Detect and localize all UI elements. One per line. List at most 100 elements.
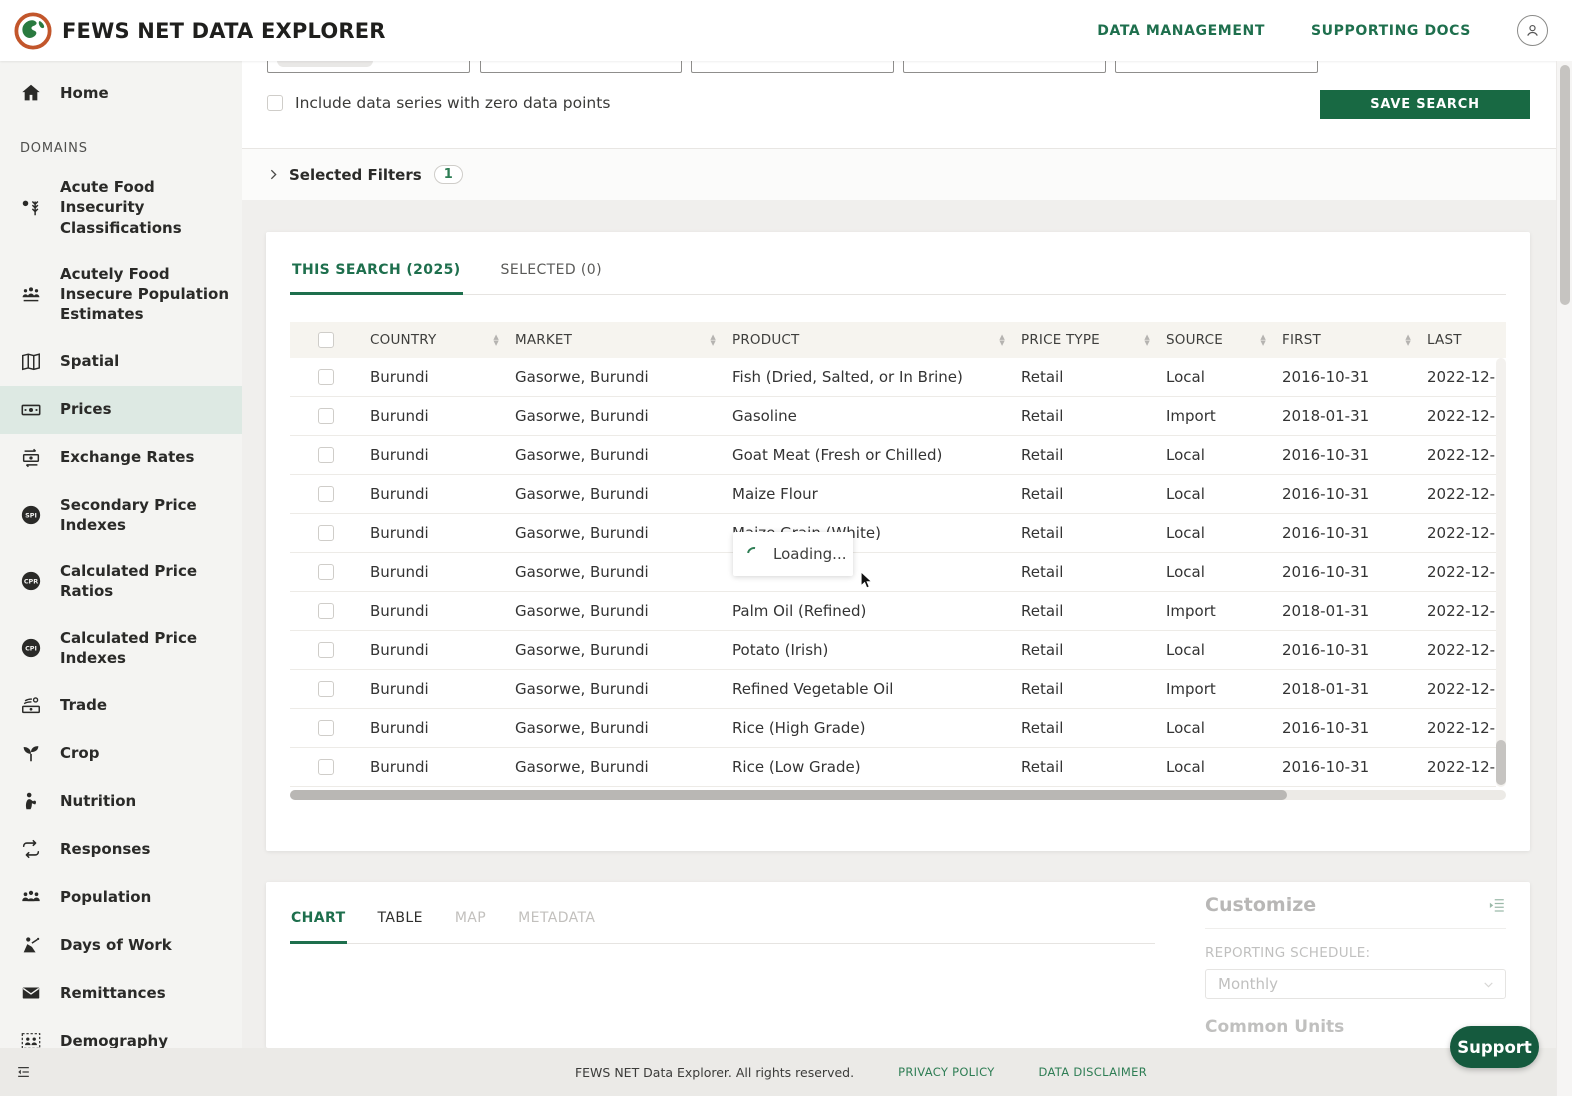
reporting-schedule-label: REPORTING SCHEDULE:	[1205, 945, 1506, 961]
row-checkbox[interactable]	[318, 564, 334, 580]
cell-product: Palm Oil (Refined)	[732, 602, 1021, 620]
sidebar-item-demography[interactable]: Demography	[0, 1017, 242, 1048]
column-header-first[interactable]: FIRST▲▼	[1282, 332, 1427, 348]
page-vertical-scrollbar[interactable]	[1556, 61, 1572, 1096]
trade-icon	[20, 694, 42, 716]
sidebar-item-exchange-rates[interactable]: Exchange Rates	[0, 434, 242, 482]
footer-link-data-disclaimer[interactable]: DATA DISCLAIMER	[1039, 1065, 1147, 1079]
cell-product: Rice (High Grade)	[732, 719, 1021, 737]
sidebar-item-spatial[interactable]: Spatial	[0, 338, 242, 386]
nav-link-data-management[interactable]: DATA MANAGEMENT	[1097, 23, 1265, 39]
cell-source: Local	[1166, 368, 1282, 386]
table-row[interactable]: BurundiGasorwe, BurundiRefined Vegetable…	[290, 670, 1496, 709]
sort-icon[interactable]: ▲▼	[493, 334, 499, 346]
cell-price_type: Retail	[1021, 446, 1166, 464]
table-row[interactable]: BurundiGasorwe, BurundiGoat Meat (Fresh …	[290, 436, 1496, 475]
table-row[interactable]: BurundiGasorwe, BurundiRice (High Grade)…	[290, 709, 1496, 748]
table-horizontal-scrollbar-thumb[interactable]	[290, 790, 1287, 800]
cell-price_type: Retail	[1021, 719, 1166, 737]
sidebar-item-crop[interactable]: Crop	[0, 729, 242, 777]
column-header-source[interactable]: SOURCE▲▼	[1166, 332, 1282, 348]
sidebar-item-nutrition[interactable]: Nutrition	[0, 777, 242, 825]
row-checkbox[interactable]	[318, 603, 334, 619]
sidebar-item-prices[interactable]: Prices	[0, 386, 242, 434]
column-header-last[interactable]: LAST	[1427, 332, 1572, 348]
column-header-market[interactable]: MARKET▲▼	[515, 332, 732, 348]
cell-market: Gasorwe, Burundi	[515, 563, 732, 581]
viz-tab-table[interactable]: TABLE	[377, 910, 424, 944]
selected-filters-bar[interactable]: Selected Filters 1	[242, 148, 1556, 200]
food-insecurity-classifications-icon	[20, 196, 42, 218]
sort-icon[interactable]: ▲▼	[1405, 334, 1411, 346]
customize-collapse-icon[interactable]	[1488, 896, 1506, 914]
table-row[interactable]: BurundiGasorwe, BurundiMaize Grain (Whit…	[290, 514, 1496, 553]
cell-first: 2018-01-31	[1282, 407, 1427, 425]
zero-data-checkbox[interactable]	[267, 95, 283, 111]
row-checkbox[interactable]	[318, 720, 334, 736]
table-row[interactable]: BurundiGasorwe, BurundiMaize FlourRetail…	[290, 475, 1496, 514]
cell-price_type: Retail	[1021, 680, 1166, 698]
table-row[interactable]: BurundiGasorwe, BurundiGasolineRetailImp…	[290, 397, 1496, 436]
footer-link-privacy-policy[interactable]: PRIVACY POLICY	[898, 1065, 994, 1079]
sidebar-item-population[interactable]: Population	[0, 873, 242, 921]
cell-source: Local	[1166, 563, 1282, 581]
sidebar-collapse-icon[interactable]	[15, 1064, 32, 1080]
row-checkbox[interactable]	[318, 681, 334, 697]
column-header-country[interactable]: COUNTRY▲▼	[370, 332, 515, 348]
cell-price_type: Retail	[1021, 758, 1166, 776]
support-button[interactable]: Support	[1450, 1026, 1539, 1068]
sidebar-item-calculated-price-indexes[interactable]: CPICalculated Price Indexes	[0, 615, 242, 682]
tab-this-search-2025[interactable]: THIS SEARCH (2025)	[290, 262, 463, 295]
table-row[interactable]: BurundiGasorwe, BurundiPotato (Irish)Ret…	[290, 631, 1496, 670]
table-row[interactable]: BurundiGasorwe, BurundiRice (Low Grade)R…	[290, 748, 1496, 787]
tab-selected-0[interactable]: SELECTED (0)	[499, 262, 604, 295]
sort-icon[interactable]: ▲▼	[999, 334, 1005, 346]
person-icon	[1523, 21, 1542, 40]
column-header-product[interactable]: PRODUCT▲▼	[732, 332, 1021, 348]
sidebar-item-trade[interactable]: Trade	[0, 681, 242, 729]
sidebar-item-days-of-work[interactable]: Days of Work	[0, 921, 242, 969]
nav-link-supporting-docs[interactable]: SUPPORTING DOCS	[1311, 23, 1471, 39]
row-checkbox[interactable]	[318, 369, 334, 385]
sidebar-item-label: Acutely Food Insecure Population Estimat…	[60, 264, 232, 325]
table-vertical-scrollbar[interactable]	[1496, 358, 1506, 787]
sidebar-item-secondary-price-indexes[interactable]: SPISecondary Price Indexes	[0, 482, 242, 549]
app-logo[interactable]: FEWS NET DATA EXPLORER	[0, 12, 386, 50]
select-all-checkbox[interactable]	[318, 332, 334, 348]
sidebar-item-calculated-price-ratios[interactable]: CPRCalculated Price Ratios	[0, 548, 242, 615]
sidebar-item-acutely-food-insecure-population-estimates[interactable]: Acutely Food Insecure Population Estimat…	[0, 251, 242, 338]
page-vertical-scrollbar-thumb[interactable]	[1560, 65, 1570, 305]
table-row[interactable]: BurundiGasorwe, BurundiFish (Dried, Salt…	[290, 358, 1496, 397]
row-checkbox[interactable]	[318, 759, 334, 775]
viz-tab-chart[interactable]: CHART	[290, 910, 347, 944]
row-checkbox[interactable]	[318, 486, 334, 502]
row-checkbox[interactable]	[318, 642, 334, 658]
sidebar-item-home[interactable]: Home	[0, 69, 242, 117]
row-checkbox[interactable]	[318, 525, 334, 541]
sidebar-item-label: Acute Food Insecurity Classifications	[60, 177, 232, 238]
loading-text: Loading...	[773, 545, 846, 563]
sidebar-item-label: Exchange Rates	[60, 447, 194, 467]
sidebar-item-remittances[interactable]: Remittances	[0, 969, 242, 1017]
map-icon	[20, 351, 42, 373]
sidebar-item-responses[interactable]: Responses	[0, 825, 242, 873]
sort-icon[interactable]: ▲▼	[1260, 334, 1266, 346]
row-checkbox[interactable]	[318, 408, 334, 424]
table-vertical-scrollbar-thumb[interactable]	[1496, 740, 1506, 785]
user-avatar-button[interactable]	[1517, 15, 1548, 46]
cell-market: Gasorwe, Burundi	[515, 485, 732, 503]
column-header-price-type[interactable]: PRICE TYPE▲▼	[1021, 332, 1166, 348]
sort-icon[interactable]: ▲▼	[710, 334, 716, 346]
sidebar-item-acute-food-insecurity-classifications[interactable]: Acute Food Insecurity Classifications	[0, 164, 242, 251]
sidebar-item-label: Responses	[60, 839, 150, 859]
app-title: FEWS NET DATA EXPLORER	[62, 19, 386, 43]
table-row[interactable]: BurundiGasorwe, BurundiPalm Oil (Refined…	[290, 592, 1496, 631]
table-row[interactable]: BurundiGasorwe, BurundiRetailLocal2016-1…	[290, 553, 1496, 592]
reporting-schedule-select[interactable]: Monthly	[1205, 969, 1506, 999]
header-nav: DATA MANAGEMENT SUPPORTING DOCS	[1097, 15, 1572, 46]
app-header: FEWS NET DATA EXPLORER DATA MANAGEMENT SU…	[0, 0, 1572, 61]
sort-icon[interactable]: ▲▼	[1144, 334, 1150, 346]
table-horizontal-scrollbar[interactable]	[290, 790, 1506, 800]
row-checkbox[interactable]	[318, 447, 334, 463]
save-search-button[interactable]: SAVE SEARCH	[1320, 90, 1530, 119]
